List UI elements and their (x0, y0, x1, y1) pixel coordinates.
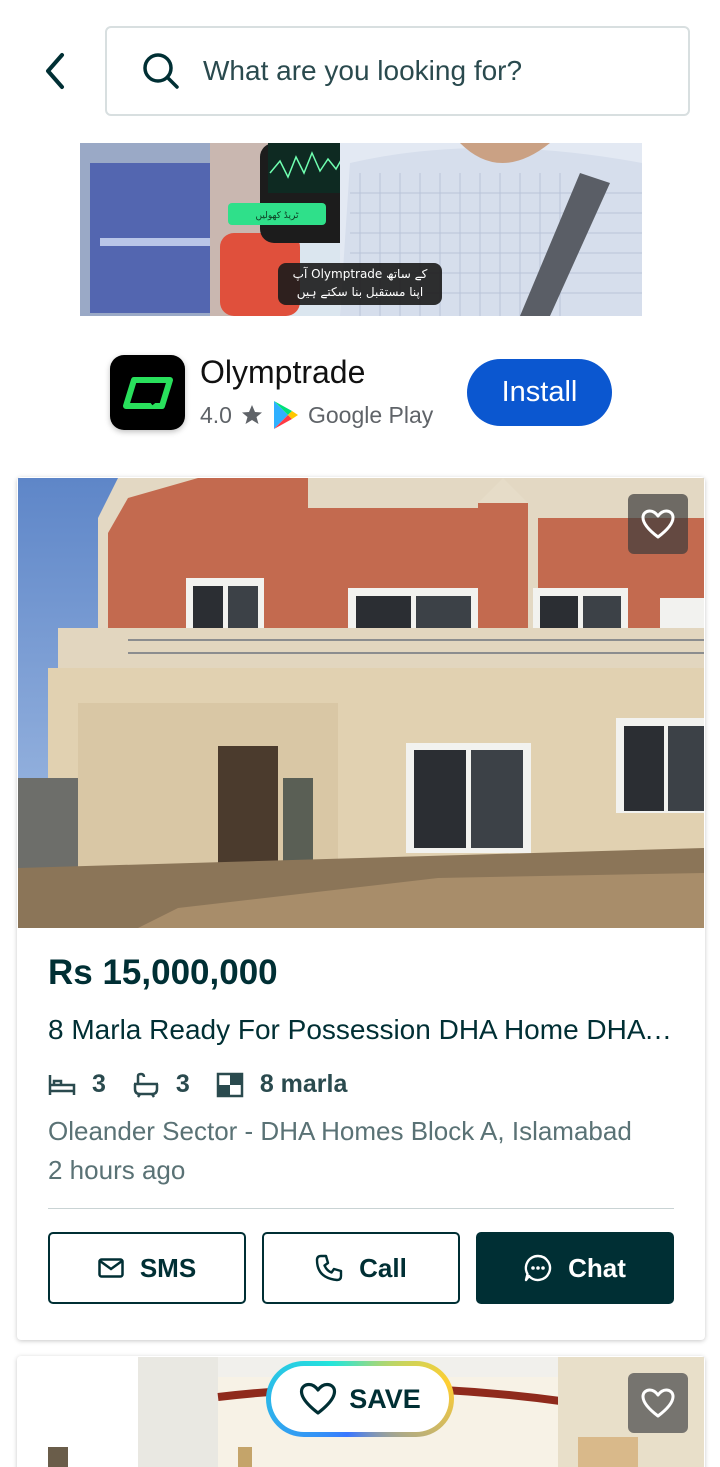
bed-icon (48, 1074, 76, 1095)
top-bar: What are you looking for? (0, 0, 720, 140)
ad-phone-button-text: ٹریڈ کھولیں (256, 211, 299, 221)
listing-price: Rs 15,000,000 (48, 953, 278, 992)
ad-overlay-line2: اپنا مستقبل بنا سکتے ہیں (297, 285, 423, 300)
bathrooms-count: 3 (175, 1070, 190, 1098)
chat-button[interactable]: Chat (476, 1232, 674, 1304)
ad-app-name: Olymptrade (200, 354, 366, 390)
back-button[interactable] (30, 46, 80, 96)
listing-posted-time: 2 hours ago (48, 1155, 186, 1185)
chat-label: Chat (568, 1252, 626, 1283)
phone-icon (315, 1254, 343, 1282)
ad-rating: 4.0 (200, 401, 232, 428)
search-icon (141, 51, 181, 91)
olymptrade-logo-icon (110, 355, 185, 430)
bath-icon (133, 1072, 159, 1098)
call-button[interactable]: Call (262, 1232, 460, 1304)
ad-app-meta: 4.0 Google Play (200, 400, 433, 430)
sms-label: SMS (139, 1252, 197, 1283)
install-button[interactable]: Install (467, 359, 612, 426)
heart-icon (641, 509, 675, 539)
listing-title[interactable]: 8 Marla Ready For Possession DHA Home DH… (48, 1014, 678, 1046)
google-play-icon (273, 401, 298, 429)
favorite-button[interactable] (628, 1373, 688, 1433)
save-pill-inner: SAVE (271, 1366, 449, 1432)
search-input[interactable]: What are you looking for? (105, 26, 690, 116)
sms-button[interactable]: SMS (48, 1232, 246, 1304)
ad-overlay-line1: آپ Olymptrade کے ساتھ (293, 266, 428, 281)
bedrooms-spec: 3 (48, 1070, 106, 1099)
listing-card[interactable]: Rs 15,000,000 8 Marla Ready For Possessi… (17, 477, 705, 1340)
envelope-icon (98, 1258, 124, 1278)
favorite-button[interactable] (628, 494, 688, 554)
listing-location: Oleander Sector - DHA Homes Block A, Isl… (48, 1116, 632, 1146)
ad-store-name: Google Play (307, 401, 434, 428)
chat-bubble-icon (524, 1254, 552, 1282)
ad-app-row[interactable]: Olymptrade 4.0 Google Play Install (110, 352, 620, 436)
star-icon (241, 405, 262, 424)
heart-icon (641, 1388, 675, 1418)
search-placeholder: What are you looking for? (203, 55, 523, 86)
area-value: 8 marla (259, 1070, 348, 1098)
back-arrow-icon (46, 53, 64, 89)
save-label: SAVE (349, 1383, 421, 1414)
save-search-button[interactable]: SAVE (266, 1361, 454, 1437)
area-icon (216, 1072, 244, 1097)
divider (48, 1208, 674, 1209)
listing-photo[interactable] (18, 478, 704, 928)
ad-banner-image[interactable]: ٹریڈ کھولیں آپ Olymptrade کے ساتھ اپنا م… (80, 143, 642, 316)
bathrooms-spec: 3 (132, 1070, 190, 1099)
listing-specs: 3 3 8 marla (48, 1070, 373, 1099)
heart-icon (300, 1382, 337, 1415)
call-label: Call (359, 1252, 407, 1283)
bedrooms-count: 3 (92, 1070, 106, 1098)
area-spec: 8 marla (216, 1070, 348, 1099)
